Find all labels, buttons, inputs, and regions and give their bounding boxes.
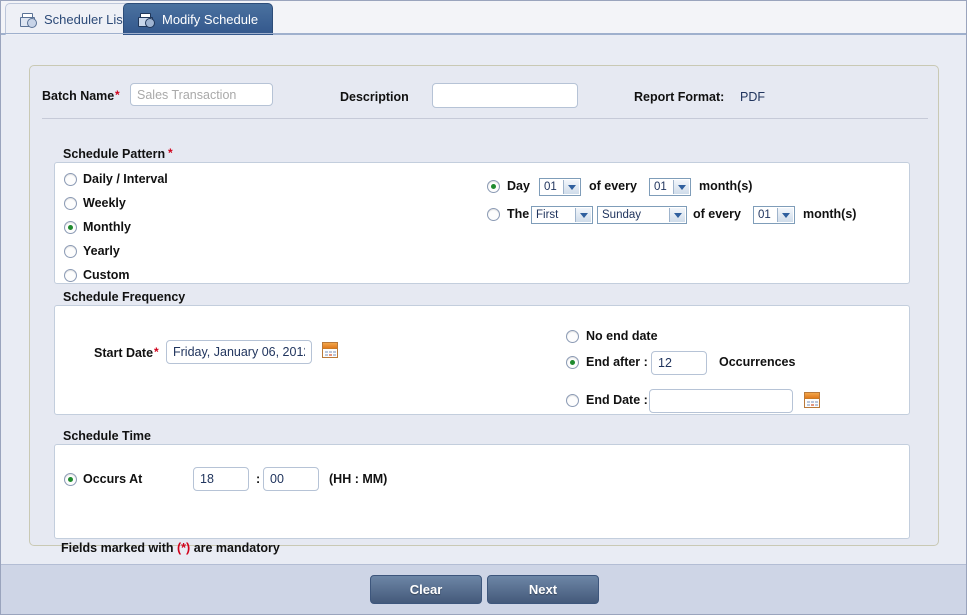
radio-monthly-day[interactable]: [487, 180, 500, 193]
occurrences-input[interactable]: [651, 351, 707, 375]
tab-scheduler-list[interactable]: Scheduler List: [5, 3, 142, 35]
form-header-row: Batch Name * Description Report Format: …: [30, 66, 938, 116]
monthly-weekday-value: Sunday: [602, 209, 642, 221]
time-separator: :: [256, 472, 261, 486]
tab-modify-schedule[interactable]: Modify Schedule: [123, 3, 274, 35]
radio-daily-interval-label: Daily / Interval: [83, 172, 168, 186]
calendar-icon[interactable]: [322, 342, 338, 358]
radio-yearly-label: Yearly: [83, 244, 120, 258]
radio-end-after[interactable]: [566, 356, 579, 369]
monthly-day-months-select[interactable]: 01: [649, 178, 691, 196]
radio-occurs-at[interactable]: [64, 473, 77, 486]
monthly-the-months-select[interactable]: 01: [753, 206, 795, 224]
radio-end-date-label: End Date :: [586, 393, 648, 407]
radio-end-date[interactable]: [566, 394, 579, 407]
radio-yearly[interactable]: [64, 245, 77, 258]
mandatory-note-prefix: Fields marked with: [61, 541, 178, 555]
chevron-down-icon: [563, 180, 579, 194]
scheduler-icon: [138, 12, 155, 28]
schedule-frequency-title: Schedule Frequency: [63, 290, 186, 304]
radio-weekly[interactable]: [64, 197, 77, 210]
clear-button[interactable]: Clear: [370, 575, 482, 604]
radio-occurs-at-label: Occurs At: [83, 472, 143, 486]
hours-input[interactable]: [193, 467, 249, 491]
page-body: Batch Name * Description Report Format: …: [1, 35, 966, 567]
radio-no-end-date[interactable]: [566, 330, 579, 343]
monthly-the-months-value: 01: [758, 209, 771, 221]
mandatory-note-star: (*): [177, 541, 191, 555]
report-format-value: PDF: [740, 90, 765, 104]
monthly-day-label: Day: [507, 179, 530, 193]
time-format-hint: (HH : MM): [329, 472, 388, 486]
monthly-day-months-label: month(s): [699, 179, 753, 193]
report-format-label: Report Format:: [634, 90, 725, 104]
end-date-input[interactable]: [649, 389, 793, 413]
radio-custom[interactable]: [64, 269, 77, 282]
header-divider: [42, 118, 928, 119]
next-button[interactable]: Next: [487, 575, 599, 604]
radio-monthly[interactable]: [64, 221, 77, 234]
description-label: Description: [340, 90, 409, 104]
scheduler-icon: [20, 12, 37, 28]
start-date-required-star: *: [154, 345, 159, 359]
monthly-the-of-every-label: of every: [693, 207, 741, 221]
radio-weekly-label: Weekly: [83, 196, 126, 210]
start-date-input[interactable]: [166, 340, 312, 364]
scheduler-window: Scheduler List Modify Schedule Batch Nam…: [0, 0, 967, 615]
monthly-of-every-label: of every: [589, 179, 637, 193]
chevron-down-icon: [673, 180, 689, 194]
schedule-frequency-box: Start Date * No end date End after :: [54, 305, 910, 415]
batch-name-input[interactable]: [130, 83, 273, 106]
start-date-label: Start Date: [94, 346, 154, 360]
footer-bar: Clear Next: [1, 564, 966, 614]
description-input[interactable]: [432, 83, 578, 108]
monthly-day-select[interactable]: 01: [539, 178, 581, 196]
monthly-ordinal-select[interactable]: First: [531, 206, 593, 224]
monthly-the-months-label: month(s): [803, 207, 857, 221]
tab-modify-schedule-label: Modify Schedule: [162, 12, 259, 27]
monthly-ordinal-value: First: [536, 209, 559, 221]
schedule-pattern-required-star: *: [168, 146, 173, 160]
mandatory-note-suffix: are mandatory: [190, 541, 280, 555]
minutes-input[interactable]: [263, 467, 319, 491]
radio-end-after-label: End after :: [586, 355, 648, 369]
calendar-icon[interactable]: [804, 392, 820, 408]
chevron-down-icon: [669, 208, 685, 222]
tab-scheduler-list-label: Scheduler List: [44, 12, 127, 27]
occurrences-label: Occurrences: [719, 355, 796, 369]
radio-daily-interval[interactable]: [64, 173, 77, 186]
monthly-day-select-value: 01: [544, 181, 557, 193]
radio-custom-label: Custom: [83, 268, 130, 282]
monthly-the-label: The: [507, 207, 530, 221]
batch-name-required-star: *: [115, 88, 120, 102]
radio-monthly-label: Monthly: [83, 220, 131, 234]
mandatory-fields-note: Fields marked with (*) are mandatory: [61, 541, 280, 555]
chevron-down-icon: [575, 208, 591, 222]
schedule-pattern-box: Daily / Interval Weekly Monthly Yearly C…: [54, 162, 910, 284]
batch-name-label: Batch Name: [42, 89, 115, 103]
schedule-time-box: Occurs At : (HH : MM): [54, 444, 910, 539]
tab-bar: Scheduler List Modify Schedule: [1, 1, 966, 35]
monthly-weekday-select[interactable]: Sunday: [597, 206, 687, 224]
schedule-form-panel: Batch Name * Description Report Format: …: [29, 65, 939, 546]
radio-no-end-date-label: No end date: [586, 329, 658, 343]
radio-monthly-the[interactable]: [487, 208, 500, 221]
chevron-down-icon: [777, 208, 793, 222]
schedule-time-title: Schedule Time: [63, 429, 151, 443]
schedule-pattern-title: Schedule Pattern: [63, 147, 166, 161]
tab-underline: [1, 33, 966, 34]
monthly-day-months-value: 01: [654, 181, 667, 193]
